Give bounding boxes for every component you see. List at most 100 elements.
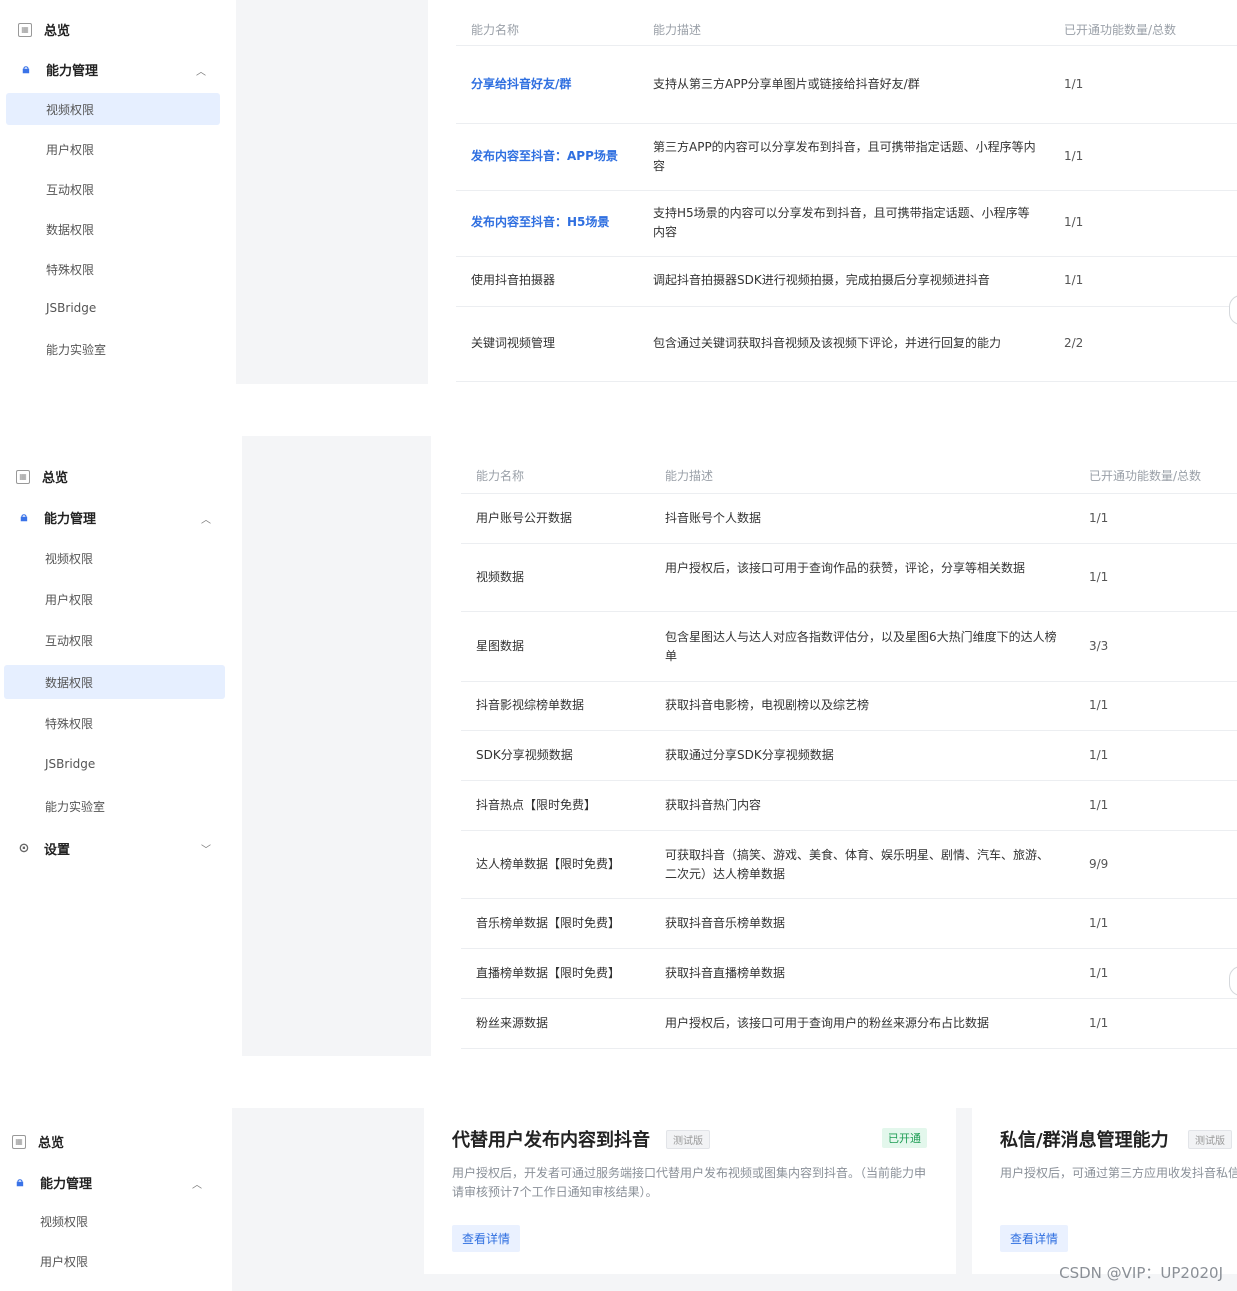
- chevron-down-icon[interactable]: ﹀: [201, 841, 211, 856]
- ability-desc: 获取通过分享SDK分享视频数据: [665, 748, 834, 762]
- divider: [461, 493, 1237, 494]
- ability-name: 达人榜单数据【限时免费】: [476, 857, 621, 871]
- sidebar: ▦ 总览 🔒︎ 能力管理 ︿ 视频权限 用户权限 互动权限 数据权限 特殊权限 …: [0, 0, 236, 384]
- divider: [461, 948, 1237, 949]
- ability-card: 代替用户发布内容到抖音 测试版 已开通 用户授权后，开发者可通过服务端接口代替用…: [424, 1108, 956, 1274]
- nav-special-permissions[interactable]: 特殊权限: [45, 715, 93, 732]
- ability-name: 关键词视频管理: [471, 336, 556, 350]
- nav-video-permissions[interactable]: 视频权限: [46, 101, 94, 118]
- divider: [456, 306, 1237, 307]
- nav-overview[interactable]: ▦ 总览: [16, 467, 68, 486]
- ability-count: 1/1: [1089, 966, 1109, 980]
- ability-count: 1/1: [1089, 570, 1109, 584]
- ability-name: 使用抖音拍摄器: [471, 273, 556, 287]
- nav-jsbridge[interactable]: JSBridge: [45, 757, 95, 771]
- ability-count: 1/1: [1064, 215, 1084, 229]
- nav-user-permissions[interactable]: 用户权限: [46, 141, 94, 158]
- ability-name-link[interactable]: 发布内容至抖音：H5场景: [471, 213, 609, 232]
- panel-ability-cards: ▦ 总览 🔒︎ 能力管理 ︿ 视频权限 用户权限 代替用户发布内容到抖音 测试版…: [0, 1108, 1237, 1291]
- divider: [461, 1048, 1237, 1049]
- chevron-up-icon[interactable]: ︿: [196, 63, 206, 78]
- ability-count: 1/1: [1064, 149, 1084, 163]
- nav-active-highlight: [6, 93, 220, 125]
- watermark: CSDN @VIP：UP2020J: [1059, 1264, 1223, 1282]
- ability-name-link[interactable]: 分享给抖音好友/群: [471, 75, 571, 94]
- content-gutter: [236, 0, 428, 384]
- ability-name: SDK分享视频数据: [476, 748, 573, 762]
- ability-count: 1/1: [1089, 916, 1109, 930]
- divider: [456, 190, 1237, 191]
- ability-desc: 第三方APP的内容可以分享发布到抖音，且可携带指定话题、小程序等内容: [653, 140, 1036, 173]
- ability-name: 抖音热点【限时免费】: [476, 798, 597, 812]
- nav-special-permissions[interactable]: 特殊权限: [46, 261, 94, 278]
- nav-data-permissions[interactable]: 数据权限: [45, 674, 93, 691]
- floating-help-button[interactable]: [1229, 966, 1237, 996]
- lock-icon: 🔒︎: [16, 1175, 24, 1190]
- nav-user-permissions[interactable]: 用户权限: [45, 591, 93, 608]
- ability-desc: 用户授权后，该接口可用于查询用户的粉丝来源分布占比数据: [665, 1016, 990, 1030]
- nav-jsbridge[interactable]: JSBridge: [46, 301, 96, 315]
- divider: [461, 611, 1237, 612]
- nav-active-highlight: [4, 665, 225, 699]
- ability-count: 1/1: [1089, 798, 1109, 812]
- ability-count: 1/1: [1089, 698, 1109, 712]
- ability-count: 2/2: [1064, 336, 1084, 350]
- chevron-up-icon[interactable]: ︿: [192, 1176, 202, 1191]
- nav-data-permissions[interactable]: 数据权限: [46, 221, 94, 238]
- nav-ability-lab[interactable]: 能力实验室: [46, 341, 106, 358]
- chevron-up-icon[interactable]: ︿: [201, 511, 211, 526]
- divider: [461, 780, 1237, 781]
- ability-desc: 支持从第三方APP分享单图片或链接给抖音好友/群: [653, 77, 920, 91]
- ability-card: 私信/群消息管理能力 测试版 用户授权后，可通过第三方应用收发抖音私信类型，包括…: [972, 1108, 1237, 1274]
- ability-desc: 抖音账号个人数据: [665, 511, 762, 525]
- ability-name: 抖音影视综榜单数据: [476, 698, 585, 712]
- ability-desc: 支持H5场景的内容可以分享发布到抖音，且可携带指定话题、小程序等内容: [653, 206, 1030, 239]
- divider: [461, 681, 1237, 682]
- nav-user-permissions[interactable]: 用户权限: [40, 1253, 88, 1270]
- dashboard-icon: ▦: [12, 1134, 26, 1149]
- nav-interaction-permissions[interactable]: 互动权限: [46, 181, 94, 198]
- ability-name: 粉丝来源数据: [476, 1016, 549, 1030]
- view-details-button[interactable]: 查看详情: [452, 1225, 521, 1252]
- card-title: 私信/群消息管理能力: [1000, 1130, 1169, 1151]
- ability-desc: 包含星图达人与达人对应各指数评估分，以及星图6大热门维度下的达人榜单: [665, 630, 1057, 663]
- nav-overview[interactable]: ▦ 总览: [12, 1132, 64, 1151]
- divider: [461, 543, 1237, 544]
- nav-video-permissions[interactable]: 视频权限: [40, 1213, 88, 1230]
- ability-desc: 获取抖音热门内容: [665, 798, 762, 812]
- beta-tag: 测试版: [1188, 1130, 1232, 1149]
- header-enabled-count: 已开通功能数量/总数: [1064, 23, 1177, 37]
- nav-ability-management[interactable]: 🔒︎ 能力管理: [12, 1173, 92, 1192]
- nav-ability-lab[interactable]: 能力实验室: [45, 798, 105, 815]
- ability-name: 星图数据: [476, 639, 525, 653]
- ability-name: 用户账号公开数据: [476, 511, 573, 525]
- ability-desc: 获取抖音电影榜，电视剧榜以及综艺榜: [665, 698, 870, 712]
- beta-tag: 测试版: [666, 1130, 710, 1149]
- ability-desc: 调起抖音拍摄器SDK进行视频拍摄，完成拍摄后分享视频进抖音: [653, 273, 990, 287]
- dashboard-icon: ▦: [18, 22, 32, 37]
- divider: [456, 381, 1237, 382]
- nav-overview[interactable]: ▦ 总览: [18, 20, 70, 39]
- nav-settings[interactable]: ⊙ 设置: [16, 839, 70, 858]
- card-description: 用户授权后，开发者可通过服务端接口代替用户发布视频或图集内容到抖音。（当前能力申…: [452, 1166, 927, 1199]
- divider: [461, 730, 1237, 731]
- view-details-button[interactable]: 查看详情: [1000, 1225, 1069, 1252]
- nav-ability-management[interactable]: 🔒︎ 能力管理: [18, 60, 98, 79]
- ability-desc: 获取抖音音乐榜单数据: [665, 916, 786, 930]
- ability-name: 视频数据: [476, 570, 525, 584]
- nav-ability-management[interactable]: 🔒︎ 能力管理: [16, 508, 96, 527]
- ability-name-link[interactable]: 发布内容至抖音：APP场景: [471, 147, 618, 166]
- nav-interaction-permissions[interactable]: 互动权限: [45, 632, 93, 649]
- ability-desc: 获取抖音直播榜单数据: [665, 966, 786, 980]
- ability-count: 1/1: [1064, 273, 1084, 287]
- lock-icon: 🔒︎: [20, 510, 28, 525]
- panel-video-permissions: ▦ 总览 🔒︎ 能力管理 ︿ 视频权限 用户权限 互动权限 数据权限 特殊权限 …: [0, 0, 1237, 384]
- nav-video-permissions[interactable]: 视频权限: [45, 550, 93, 567]
- header-ability-desc: 能力描述: [665, 469, 714, 483]
- divider: [456, 256, 1237, 257]
- divider: [461, 830, 1237, 831]
- floating-help-button[interactable]: [1229, 295, 1237, 325]
- ability-count: 1/1: [1089, 511, 1109, 525]
- ability-count: 1/1: [1089, 748, 1109, 762]
- ability-count: 1/1: [1064, 77, 1084, 91]
